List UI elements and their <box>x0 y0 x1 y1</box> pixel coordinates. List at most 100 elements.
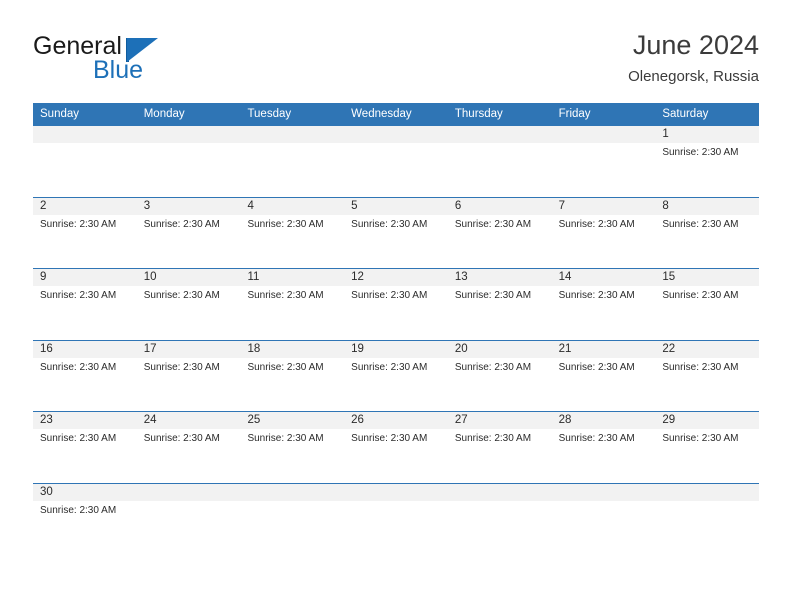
calendar-day-cell[interactable]: 19 Sunrise: 2:30 AM <box>344 340 448 412</box>
calendar-day-cell[interactable]: 18 Sunrise: 2:30 AM <box>240 340 345 412</box>
calendar-day-cell[interactable]: 10 Sunrise: 2:30 AM <box>136 269 241 340</box>
day-events: Sunrise: 2:30 AM <box>240 286 344 302</box>
day-number-band: 15 <box>655 269 760 286</box>
day-number-band <box>240 483 345 501</box>
calendar-day-cell-empty <box>447 483 552 555</box>
day-number-band: 27 <box>447 412 552 429</box>
day-number-band: 17 <box>136 340 241 358</box>
calendar-day-cell[interactable]: 9 Sunrise: 2:30 AM <box>33 269 137 340</box>
calendar-week-row: 23 Sunrise: 2:30 AM 24 Sunrise: 2:30 AM 25 Su… <box>33 411 760 483</box>
day-number-band <box>136 126 241 143</box>
calendar-day-cell[interactable]: 30 Sunrise: 2:30 AM <box>33 483 137 555</box>
day-events <box>448 143 552 146</box>
calendar-day-cell[interactable]: 4 Sunrise: 2:30 AM <box>240 197 345 269</box>
day-events: Sunrise: 2:30 AM <box>33 215 137 231</box>
brand-logo[interactable]: General Blue <box>33 32 273 90</box>
sunrise-event: Sunrise: 2:30 AM <box>454 361 532 373</box>
calendar-day-cell-empty <box>136 126 241 197</box>
calendar-week-cells: 23 Sunrise: 2:30 AM 24 Sunrise: 2:30 AM 25 Su… <box>33 412 760 483</box>
day-events <box>552 501 656 504</box>
day-number-band: 18 <box>240 340 345 358</box>
day-number-band <box>240 126 345 143</box>
calendar-week-row: 2 Sunrise: 2:30 AM 3 Sunrise: 2:30 AM 4 Sunri… <box>33 196 760 269</box>
day-number: 15 <box>662 271 676 283</box>
weekday-header-thursday: Thursday <box>454 108 503 120</box>
calendar-day-cell[interactable]: 3 Sunrise: 2:30 AM <box>136 197 241 269</box>
weekday-header-monday: Monday <box>143 108 185 120</box>
day-number-band: 12 <box>344 269 448 286</box>
day-number-band <box>447 483 552 501</box>
calendar-day-cell[interactable]: 2 Sunrise: 2:30 AM <box>33 197 137 269</box>
weekday-header-sunday: Sunday <box>40 108 80 120</box>
day-events: Sunrise: 2:30 AM <box>344 215 448 231</box>
weekday-header-friday: Friday <box>558 108 591 120</box>
day-number-band: 26 <box>344 412 448 429</box>
day-number-band: 3 <box>136 197 241 215</box>
calendar-day-cell[interactable]: 20 Sunrise: 2:30 AM <box>447 340 552 412</box>
day-events: Sunrise: 2:30 AM <box>33 429 137 445</box>
weekday-header-tuesday: Tuesday <box>247 108 292 120</box>
calendar-day-cell[interactable]: 21 Sunrise: 2:30 AM <box>551 340 656 412</box>
calendar-week-row: 16 Sunrise: 2:30 AM 17 Sunrise: 2:30 AM 18 Su… <box>33 339 760 412</box>
day-number-band: 16 <box>33 340 137 358</box>
calendar-day-cell[interactable]: 22 Sunrise: 2:30 AM <box>655 340 760 412</box>
day-events: Sunrise: 2:30 AM <box>33 358 137 374</box>
day-number: 6 <box>454 199 462 212</box>
calendar-day-cell-empty <box>33 126 137 197</box>
calendar-day-cell[interactable]: 8 Sunrise: 2:30 AM <box>655 197 760 269</box>
calendar-day-cell[interactable]: 24 Sunrise: 2:30 AM <box>136 412 241 483</box>
sunrise-event: Sunrise: 2:30 AM <box>247 361 324 373</box>
day-number-band <box>136 483 241 501</box>
day-number-band <box>344 126 448 143</box>
day-events <box>344 501 448 504</box>
day-number-band: 29 <box>655 412 760 429</box>
day-events: Sunrise: 2:30 AM <box>552 215 656 231</box>
calendar-day-cell[interactable]: 14 Sunrise: 2:30 AM <box>551 269 656 340</box>
day-events: Sunrise: 2:30 AM <box>552 358 656 374</box>
calendar-day-cell[interactable]: 11 Sunrise: 2:30 AM <box>240 269 345 340</box>
weekday-header-row: Sunday Monday Tuesday Wednesday Thursday Frid… <box>33 103 759 125</box>
calendar-day-cell[interactable]: 13 Sunrise: 2:30 AM <box>447 269 552 340</box>
day-number: 14 <box>558 271 572 283</box>
day-number: 5 <box>351 199 358 212</box>
calendar-day-cell[interactable]: 1 Sunrise: 2:30 AM <box>655 126 760 197</box>
calendar-day-cell[interactable]: 27 Sunrise: 2:30 AM <box>447 412 552 483</box>
sunrise-event: Sunrise: 2:30 AM <box>351 361 428 373</box>
day-number: 19 <box>351 342 364 355</box>
calendar-day-cell[interactable]: 5 Sunrise: 2:30 AM <box>344 197 448 269</box>
day-number: 9 <box>40 271 47 283</box>
calendar-day-cell[interactable]: 15 Sunrise: 2:30 AM <box>655 269 760 340</box>
calendar-week-row: 9 Sunrise: 2:30 AM 10 Sunrise: 2:30 AM 11 Sun… <box>33 268 760 340</box>
calendar-day-cell[interactable]: 28 Sunrise: 2:30 AM <box>551 412 656 483</box>
calendar-day-cell[interactable]: 26 Sunrise: 2:30 AM <box>344 412 448 483</box>
day-events: Sunrise: 2:30 AM <box>33 286 137 302</box>
calendar-day-cell[interactable]: 12 Sunrise: 2:30 AM <box>344 269 448 340</box>
calendar-day-cell[interactable]: 23 Sunrise: 2:30 AM <box>33 412 137 483</box>
day-events: Sunrise: 2:30 AM <box>655 429 759 445</box>
sunrise-event: Sunrise: 2:30 AM <box>143 361 220 373</box>
calendar-day-cell[interactable]: 17 Sunrise: 2:30 AM <box>136 340 241 412</box>
calendar-day-cell[interactable]: 7 Sunrise: 2:30 AM <box>551 197 656 269</box>
sunrise-event: Sunrise: 2:30 AM <box>454 290 532 301</box>
day-number-band <box>344 483 448 501</box>
sunrise-event: Sunrise: 2:30 AM <box>40 218 117 230</box>
day-events: Sunrise: 2:30 AM <box>552 286 656 302</box>
sunrise-event: Sunrise: 2:30 AM <box>351 433 428 444</box>
calendar-day-cell[interactable]: 6 Sunrise: 2:30 AM <box>447 197 552 269</box>
day-number: 27 <box>454 414 468 426</box>
sunrise-event: Sunrise: 2:30 AM <box>558 290 635 301</box>
day-number-band: 1 <box>655 126 760 143</box>
day-events: Sunrise: 2:30 AM <box>448 429 552 445</box>
day-number-band <box>551 483 656 501</box>
day-number-band: 25 <box>240 412 345 429</box>
calendar-day-cell-empty <box>551 483 656 555</box>
calendar-day-cell[interactable]: 29 Sunrise: 2:30 AM <box>655 412 760 483</box>
day-events: Sunrise: 2:30 AM <box>137 215 241 231</box>
day-events: Sunrise: 2:30 AM <box>344 429 448 445</box>
day-number-band: 23 <box>33 412 137 429</box>
calendar-day-cell-empty <box>240 483 345 555</box>
calendar-day-cell[interactable]: 16 Sunrise: 2:30 AM <box>33 340 137 412</box>
day-events: Sunrise: 2:30 AM <box>137 358 241 374</box>
calendar-day-cell[interactable]: 25 Sunrise: 2:30 AM <box>240 412 345 483</box>
sunrise-event: Sunrise: 2:30 AM <box>662 290 739 301</box>
